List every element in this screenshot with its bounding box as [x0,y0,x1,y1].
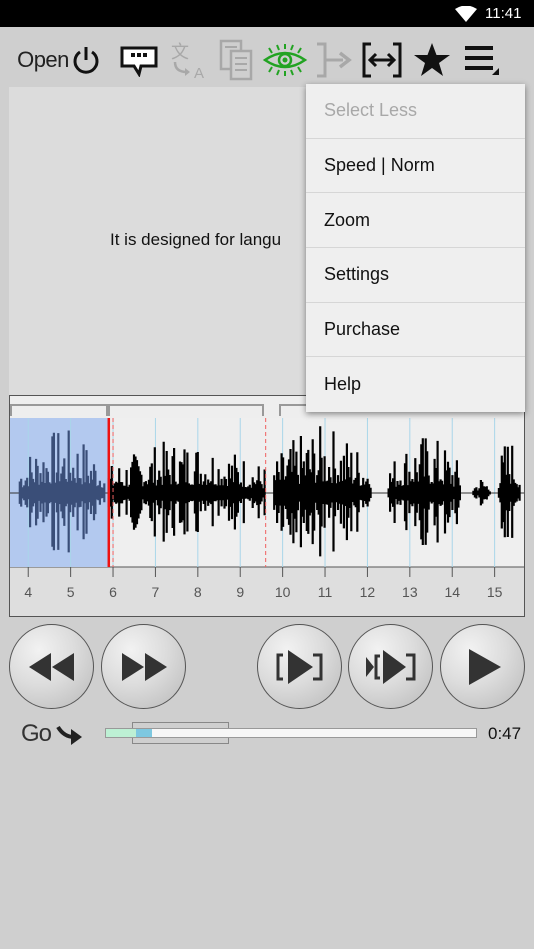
wifi-icon [455,6,477,22]
menu-icon [465,46,499,75]
tick-label: 15 [487,584,503,600]
status-bar: 11:41 [0,0,534,27]
copy-text-button[interactable] [215,39,257,81]
tick-label: 9 [236,584,244,600]
play-segment-button[interactable] [257,624,342,709]
segment-bracket [10,404,108,416]
translate-icon: 文 A [171,42,204,80]
expand-selection-icon [362,42,402,78]
svg-text:A: A [194,65,204,80]
fast-forward-icon [121,652,167,681]
go-row: Go 0:47 [0,718,534,750]
progress-played [106,729,136,737]
go-button[interactable]: Go [21,720,52,748]
tick-label: 14 [444,584,460,600]
star-icon [414,43,450,76]
clock: 11:41 [485,5,522,22]
eye-button[interactable] [262,40,308,80]
favorite-button[interactable] [410,40,454,80]
menu-button[interactable] [460,40,502,80]
menu-item-help[interactable]: Help [306,357,525,412]
waveform-panel[interactable]: 4 5 6 7 8 9 10 11 12 13 14 15 [9,395,525,617]
duration-label: 0:47 [488,724,522,743]
playback-controls [0,624,534,710]
subtitle-button[interactable] [117,40,161,80]
rewind-icon [28,652,74,681]
tick-label: 12 [360,584,376,600]
progress-bar[interactable] [105,728,477,738]
menu-item-speed-norm[interactable]: Speed | Norm [306,139,525,194]
subtitle-sentence: It is designed for langu [110,230,282,249]
fast-forward-button[interactable] [101,624,186,709]
translate-button[interactable]: 文 A [164,40,210,80]
open-button[interactable]: Open [16,40,70,80]
menu-item-zoom[interactable]: Zoom [306,193,525,249]
tick-label: 7 [152,584,160,600]
bracket-arrow-icon [317,42,352,78]
progress-selection [135,729,153,737]
tick-label: 8 [194,584,202,600]
tick-label: 6 [109,584,117,600]
power-icon [73,47,99,74]
play-segment-icon [276,649,322,684]
copy-text-icon [219,39,253,81]
play-from-segment-button[interactable] [348,624,433,709]
bracket-arrow-button[interactable] [312,40,354,80]
menu-item-select-less: Select Less [306,84,525,139]
toolbar: Open 文 A [0,30,534,88]
waveform-canvas[interactable]: 4 5 6 7 8 9 10 11 12 13 14 15 [10,396,524,616]
play-from-segment-icon [365,649,415,684]
tick-label: 10 [275,584,291,600]
expand-selection-button[interactable] [360,40,404,80]
menu-item-settings[interactable]: Settings [306,248,525,303]
play-icon [468,648,501,685]
eye-icon [262,44,308,76]
power-button[interactable] [68,40,104,80]
play-button[interactable] [440,624,525,709]
rewind-button[interactable] [9,624,94,709]
svg-text:文: 文 [171,42,189,63]
overflow-menu: Select Less Speed | Norm Zoom Settings Purch… [306,84,525,412]
subtitle-bubble-icon [120,46,158,77]
tick-label: 5 [67,584,75,600]
tick-label: 13 [402,584,418,600]
segment-bracket [108,404,264,416]
tick-label: 4 [24,584,32,600]
go-arrow-icon[interactable] [56,723,86,747]
tick-label: 11 [318,584,333,600]
open-label: Open [17,47,69,72]
menu-item-purchase[interactable]: Purchase [306,303,525,358]
